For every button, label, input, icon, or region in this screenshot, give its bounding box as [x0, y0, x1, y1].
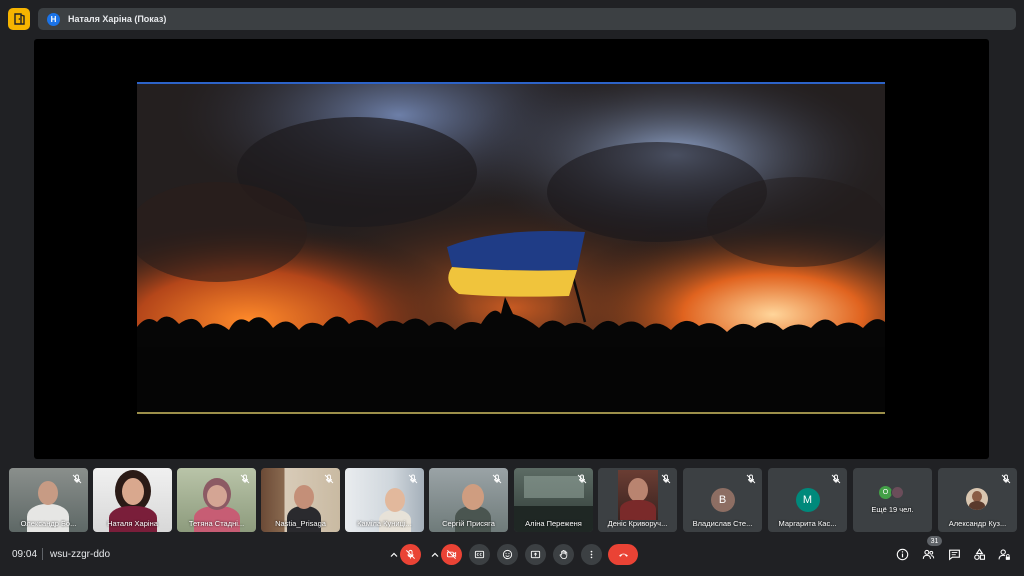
chat-button[interactable] [946, 546, 962, 562]
participant-name: Тетяна Стадні... [188, 519, 245, 528]
video-options-button[interactable] [428, 544, 442, 565]
participant-tile[interactable]: Деніс Криворуч... [598, 468, 677, 532]
audio-options-button[interactable] [387, 544, 401, 565]
people-icon [922, 549, 934, 559]
participant-tile[interactable]: Сергій Присяга [429, 468, 508, 532]
activities-button[interactable] [971, 546, 987, 562]
mic-off-icon [406, 549, 415, 559]
emoji-icon [502, 549, 513, 560]
participant-name: Наталя Харіна [107, 519, 158, 528]
participant-tile[interactable]: Nastia_Prisaga [261, 468, 340, 532]
hang-up-icon [618, 553, 628, 557]
captions-button[interactable] [469, 544, 490, 565]
participant-name: Nastia_Prisaga [275, 519, 326, 528]
presented-slide-image [137, 82, 885, 414]
mic-off-icon [661, 474, 671, 484]
presenter-title: Наталя Харіна (Показ) [68, 14, 167, 24]
chevron-up-icon [431, 552, 439, 557]
participant-name: Олександр Бо... [20, 519, 77, 528]
host-controls-lock-person-icon [998, 548, 1010, 560]
people-button[interactable] [920, 546, 936, 562]
meeting-code[interactable]: wsu-zzgr-ddo [50, 549, 110, 560]
participant-name: Александр Куз... [948, 519, 1007, 528]
participant-name: Аліна Переженя [525, 519, 582, 528]
participant-avatar: М [795, 488, 820, 512]
participant-avatar-photo [966, 488, 988, 510]
participant-tile[interactable]: Тетяна Стадні... [177, 468, 256, 532]
door-icon [14, 13, 25, 25]
participant-name: Владислав Сте... [692, 519, 753, 528]
more-participants-label: Ещё 19 чел. [871, 505, 914, 514]
meeting-details-button[interactable] [894, 546, 910, 562]
microphone-toggle-button[interactable] [400, 544, 421, 565]
mic-off-icon [831, 474, 841, 484]
presenter-avatar: Н [47, 12, 60, 26]
chevron-up-icon [390, 552, 398, 557]
raise-hand-button[interactable] [553, 544, 574, 565]
slide-top-line [137, 82, 885, 84]
mic-off-icon [324, 474, 334, 484]
divider [42, 548, 43, 560]
meeting-time: 09:04 [12, 549, 38, 560]
participant-tile[interactable]: Аліна Переженя [514, 468, 593, 532]
reactions-button[interactable] [497, 544, 518, 565]
mic-off-icon [1001, 474, 1011, 484]
participant-tile[interactable]: Наталя Харіна [93, 468, 172, 532]
mic-off-icon [72, 474, 82, 484]
mic-off-icon [492, 474, 502, 484]
mic-off-icon [746, 474, 756, 484]
activities-shapes-icon [973, 547, 985, 560]
presentation-stage[interactable] [34, 39, 989, 459]
present-screen-button[interactable] [525, 544, 546, 565]
participant-tile[interactable]: Каміла Куниці... [345, 468, 424, 532]
host-controls-button[interactable] [996, 546, 1012, 562]
hand-icon [559, 550, 568, 560]
more-avatar-photo [891, 486, 904, 499]
participant-tile[interactable]: Александр Куз... [938, 468, 1017, 532]
people-count-badge: 31 [927, 536, 942, 546]
mic-off-icon [408, 474, 418, 484]
more-options-button[interactable] [581, 544, 602, 565]
closed-captions-icon [474, 550, 485, 559]
info-icon [896, 548, 908, 560]
more-participants-tile[interactable]: О Ещё 19 чел. [853, 468, 932, 532]
leave-call-button[interactable] [608, 544, 638, 565]
chat-icon [948, 549, 960, 561]
participant-name: Маргарита Кас... [778, 519, 837, 528]
mic-off-icon [577, 474, 587, 484]
participant-avatar: В [710, 488, 735, 512]
presenter-bar[interactable]: Н Наталя Харіна (Показ) [38, 8, 1016, 30]
present-screen-icon [530, 550, 541, 559]
participant-tile[interactable]: М Маргарита Кас... [768, 468, 847, 532]
app-logo[interactable] [8, 8, 30, 30]
video-off-icon [446, 550, 457, 559]
participant-tile[interactable]: В Владислав Сте... [683, 468, 762, 532]
smoke-flag-scene-image [137, 82, 885, 414]
more-vertical-icon [590, 550, 593, 559]
mic-off-icon [240, 474, 250, 484]
participant-tile[interactable]: Олександр Бо... [9, 468, 88, 532]
slide-bottom-line [137, 412, 885, 414]
participant-name: Сергій Присяга [442, 519, 495, 528]
participant-name: Каміла Куниці... [357, 519, 412, 528]
participant-name: Деніс Криворуч... [607, 519, 668, 528]
camera-toggle-button[interactable] [441, 544, 462, 565]
